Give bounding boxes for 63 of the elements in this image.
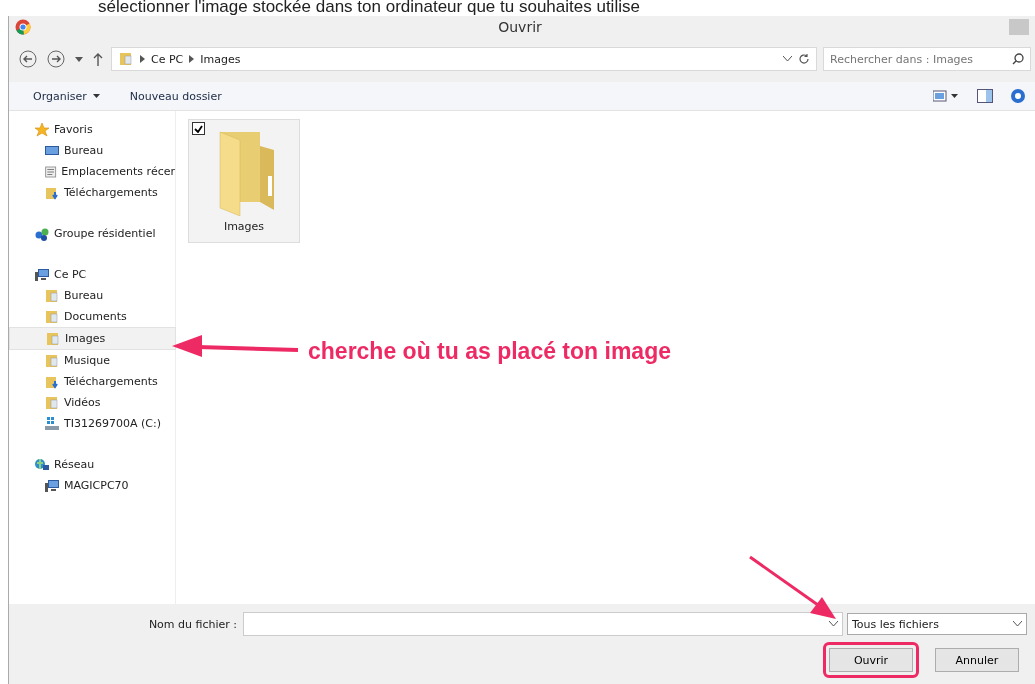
nav-item[interactable]: Ce PC <box>9 264 175 285</box>
up-button[interactable] <box>91 52 105 66</box>
search-icon <box>1012 53 1024 65</box>
chevron-icon <box>189 55 195 63</box>
checkbox[interactable] <box>192 122 205 135</box>
preview-pane-icon <box>977 89 993 103</box>
organize-menu[interactable]: Organiser <box>27 85 106 107</box>
filename-field[interactable] <box>243 612 843 636</box>
nav-item[interactable]: MAGICPC70 <box>9 475 175 496</box>
nav-item[interactable]: Emplacements récer <box>9 161 175 182</box>
folder-icon <box>44 352 60 369</box>
nav-item[interactable]: Images <box>9 327 176 350</box>
nav-item[interactable]: Téléchargements <box>9 182 175 203</box>
new-folder-button[interactable]: Nouveau dossier <box>123 85 228 107</box>
cancel-button[interactable]: Annuler <box>935 648 1019 672</box>
star-icon <box>34 121 50 138</box>
search-field[interactable]: Rechercher dans : Images <box>823 47 1031 71</box>
computer-icon <box>44 477 60 494</box>
nav-item[interactable]: Bureau <box>9 140 175 161</box>
file-type-dropdown[interactable]: Tous les fichiers <box>847 613 1027 635</box>
chevron-icon <box>140 55 145 63</box>
instruction-text: sélectionner l'image stockée dans ton ordinateur que tu souhaites utilise <box>97 0 641 16</box>
nav-item[interactable]: Musique <box>9 350 175 371</box>
annotation-text: cherche où tu as placé ton image <box>308 338 671 365</box>
dropdown-caret-icon <box>829 621 838 627</box>
folder-icon <box>44 394 60 411</box>
nav-item[interactable]: Vidéos <box>9 392 175 413</box>
browser-logo-icon <box>15 19 31 35</box>
back-button[interactable] <box>17 50 39 68</box>
folder-icon <box>44 308 60 325</box>
nav-item[interactable]: TI31269700A (C:) <box>9 413 175 434</box>
folder-icon <box>118 51 134 67</box>
folder-icon <box>44 287 60 304</box>
recent-locations-button[interactable] <box>73 56 85 62</box>
breadcrumb-item[interactable]: Ce PC <box>151 52 184 66</box>
address-bar[interactable]: Ce PC Images <box>111 47 817 71</box>
nav-item[interactable]: Bureau <box>9 285 175 306</box>
forward-button[interactable] <box>45 50 67 68</box>
view-options-icon <box>933 90 959 102</box>
open-button[interactable]: Ouvrir <box>829 648 913 672</box>
caret-icon <box>75 56 83 62</box>
folder-icon <box>45 330 61 347</box>
breadcrumb-item[interactable]: Images <box>200 52 241 66</box>
computer-icon <box>34 266 50 283</box>
folder-name: Images <box>223 220 265 233</box>
folder-tile[interactable]: Images <box>188 119 300 243</box>
document-icon <box>44 163 58 180</box>
nav-item[interactable]: Réseau <box>9 454 175 475</box>
dropdown-caret-icon <box>783 56 792 62</box>
checkmark-icon <box>194 124 203 133</box>
filename-label: Nom du fichier : <box>147 617 237 631</box>
drive-icon <box>44 415 60 432</box>
help-icon <box>1011 89 1025 103</box>
window-title: Ouvrir <box>497 19 543 35</box>
refresh-icon <box>798 53 810 65</box>
nav-item[interactable]: Téléchargements <box>9 371 175 392</box>
up-arrow-icon <box>93 52 103 66</box>
network-icon <box>34 456 50 473</box>
nav-item[interactable]: Favoris <box>9 119 175 140</box>
dropdown-caret-icon <box>1013 621 1022 627</box>
nav-item[interactable]: Documents <box>9 306 175 327</box>
caret-icon <box>92 94 100 98</box>
nav-item[interactable]: Groupe résidentiel <box>9 223 175 244</box>
